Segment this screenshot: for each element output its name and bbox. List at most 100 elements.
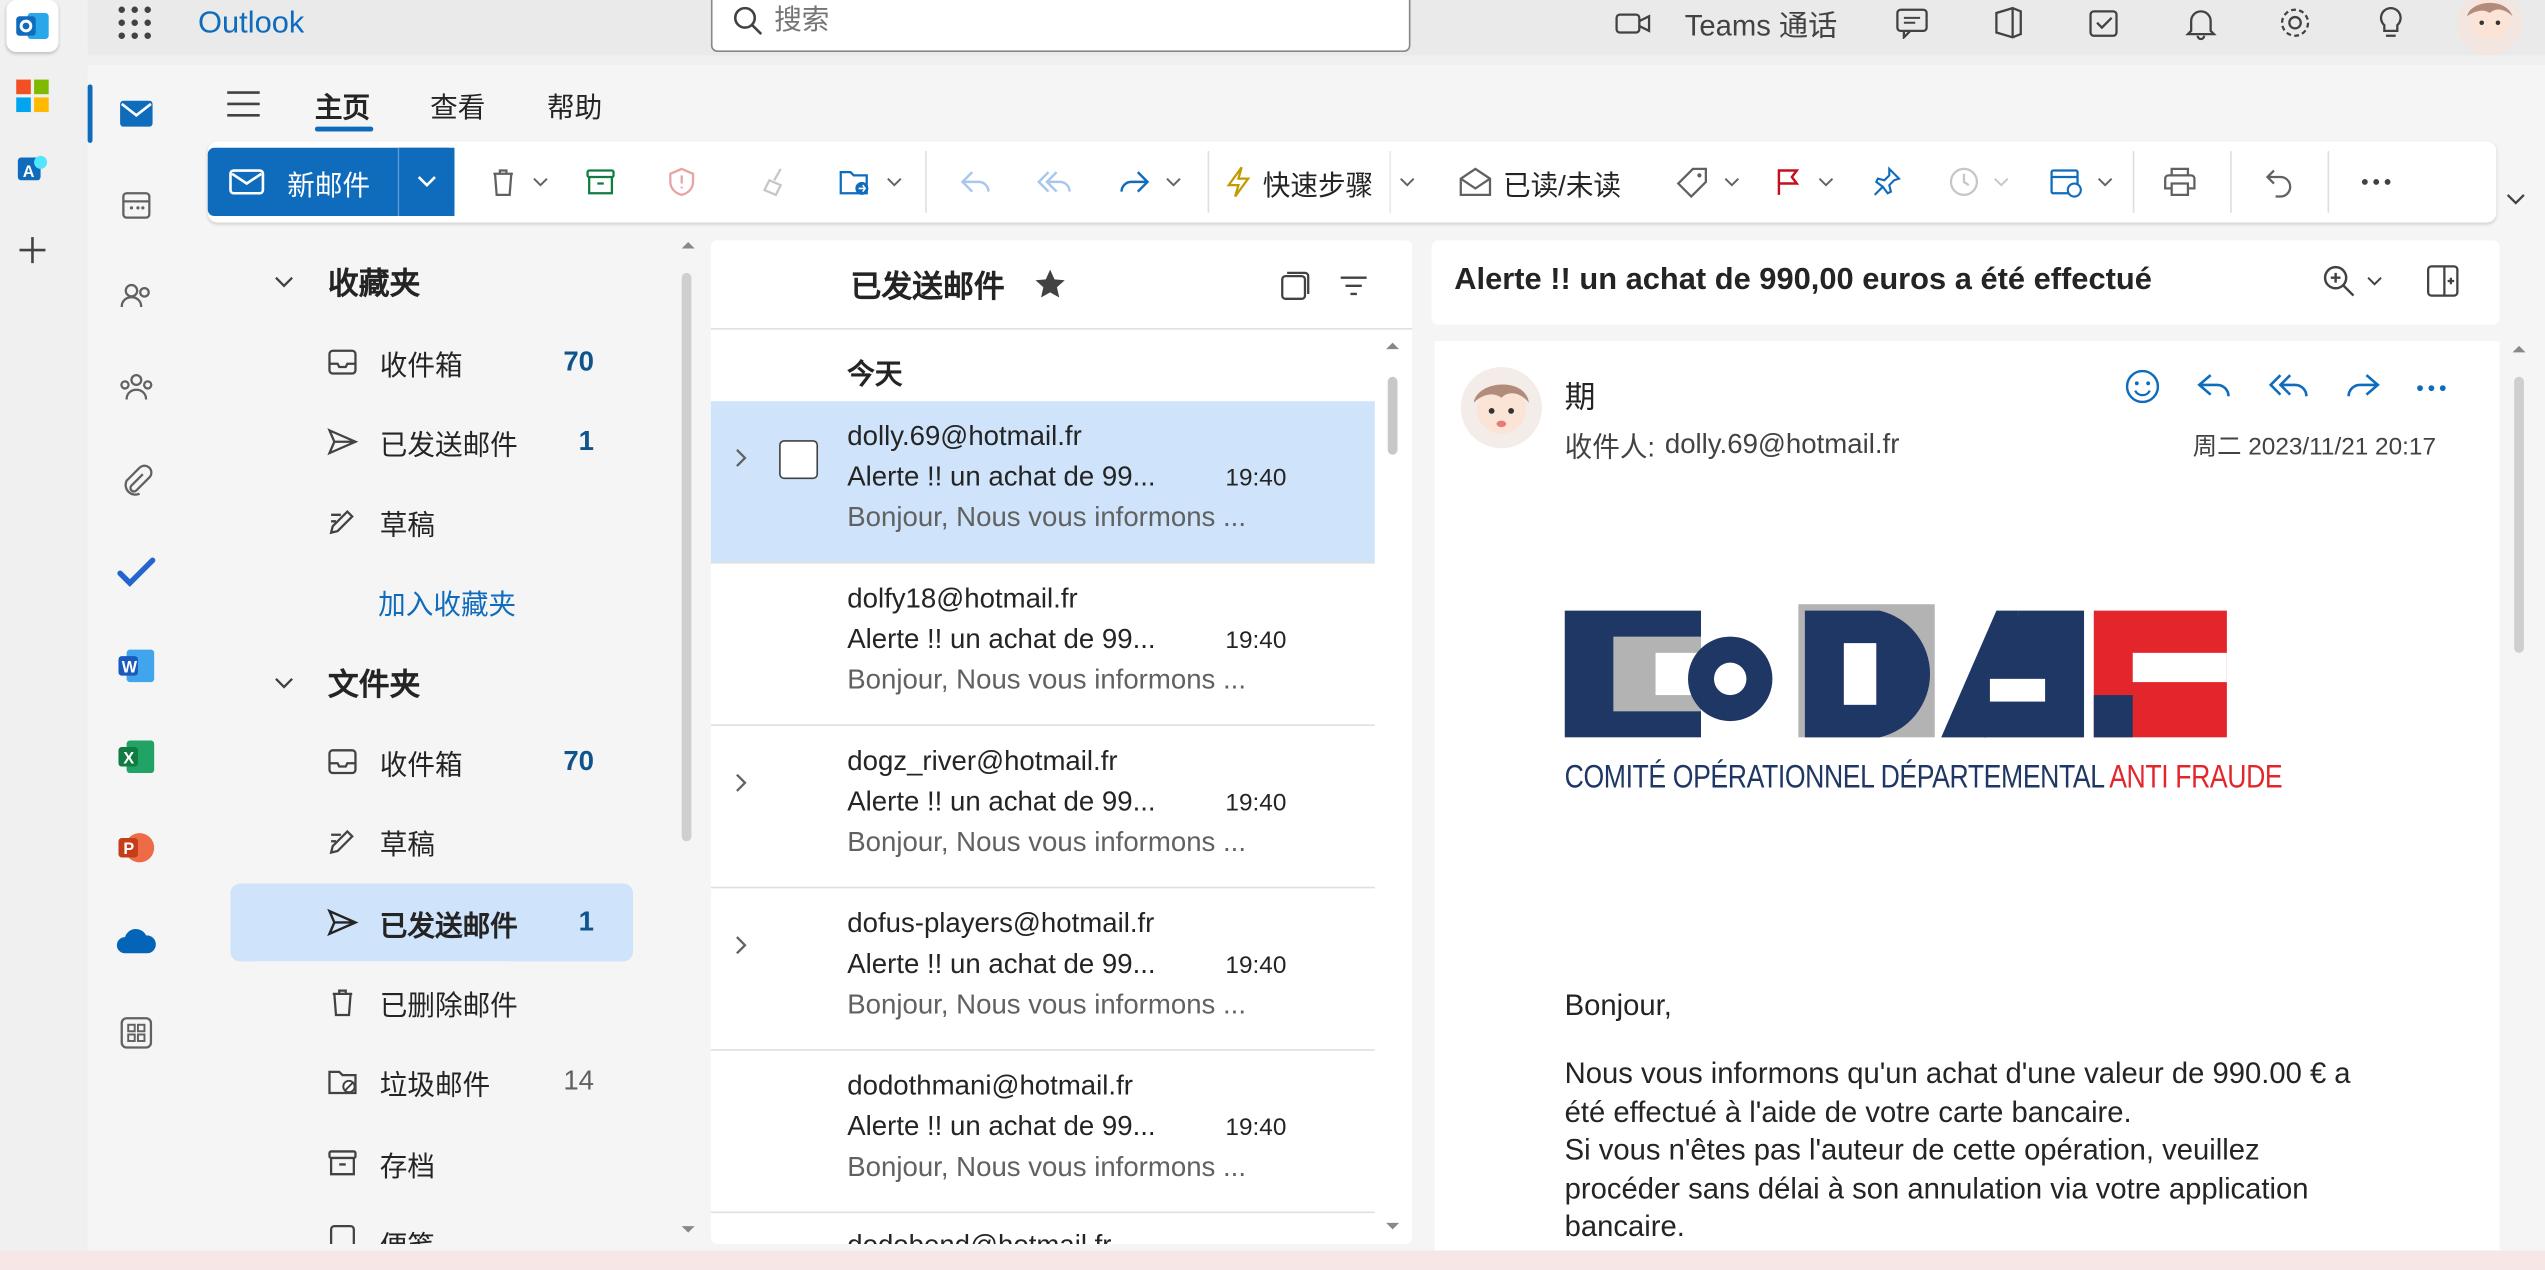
settings-icon[interactable] (2272, 3, 2317, 42)
microsoft-store-icon[interactable] (10, 73, 55, 118)
snooze-button[interactable] (1948, 158, 2010, 207)
favorite-star-icon[interactable] (1032, 266, 1068, 302)
folder-sent-selected[interactable]: 已发送邮件 1 (230, 883, 634, 962)
tasks-icon[interactable] (2081, 3, 2126, 42)
move-to-button[interactable] (838, 158, 903, 207)
quick-steps-button[interactable]: 快速步骤 (1224, 158, 1373, 207)
add-app-icon[interactable] (10, 227, 55, 272)
onedrive-app-icon[interactable] (110, 916, 162, 968)
expand-thread-chevron-icon[interactable] (727, 770, 753, 796)
chat-icon[interactable] (1889, 3, 1934, 42)
message-time: 19:40 (1225, 951, 1287, 980)
message-item[interactable]: dolfy18@hotmail.fr Alerte !! un achat de… (710, 564, 1375, 726)
add-favorite-link[interactable]: 加入收藏夹 (378, 581, 516, 622)
reply-all-icon[interactable] (1036, 158, 1075, 207)
favorite-drafts[interactable]: 草稿 (230, 482, 633, 560)
message-item-partial[interactable]: dodobend@hotmail.fr (711, 1213, 1375, 1244)
folder-junk[interactable]: 垃圾邮件 14 (230, 1043, 633, 1121)
more-options-icon[interactable] (2360, 158, 2392, 207)
scroll-up-arrow-icon[interactable] (2511, 344, 2527, 354)
reply-icon[interactable] (2196, 372, 2235, 401)
message-sender: dodothmani@hotmail.fr (847, 1070, 1133, 1102)
app-grid-icon[interactable] (114, 2, 156, 44)
search-box[interactable] (710, 0, 1411, 52)
filter-icon[interactable] (1337, 273, 1369, 299)
reply-icon[interactable] (958, 158, 994, 207)
sender-name[interactable]: 期 (1565, 374, 1596, 418)
office-icon[interactable] (1985, 3, 2030, 42)
word-app-icon[interactable]: W (110, 640, 162, 692)
expand-thread-chevron-icon[interactable] (727, 445, 753, 471)
azure-app-icon[interactable]: A (10, 146, 55, 191)
emoji-react-icon[interactable] (2123, 367, 2162, 406)
tips-icon[interactable] (2368, 3, 2413, 42)
flag-button[interactable] (1772, 158, 1834, 207)
notifications-icon[interactable] (2178, 3, 2223, 42)
forward-button[interactable] (1117, 158, 1182, 207)
tab-help[interactable]: 帮助 (547, 84, 602, 125)
message-list-scrollbar[interactable] (1387, 376, 1398, 455)
hamburger-menu-icon[interactable] (224, 88, 263, 120)
outlook-app-icon[interactable] (6, 0, 59, 52)
forward-icon[interactable] (2342, 372, 2381, 401)
people-module-icon[interactable] (110, 270, 162, 322)
recipient-address[interactable]: dolly.69@hotmail.fr (1665, 428, 1900, 460)
favorites-header[interactable]: 收藏夹 (273, 260, 420, 304)
favorite-inbox[interactable]: 收件箱 70 (230, 323, 633, 401)
folders-header[interactable]: 文件夹 (273, 661, 420, 705)
send-icon (325, 908, 361, 937)
scroll-up-arrow-icon[interactable] (1384, 341, 1400, 351)
quick-steps-dropdown[interactable] (1399, 158, 1415, 207)
message-item[interactable]: dofus-players@hotmail.fr Alerte !! un ac… (710, 888, 1375, 1051)
unread-count: 70 (563, 345, 595, 377)
sweep-icon[interactable] (760, 158, 792, 207)
report-shield-icon[interactable] (665, 158, 697, 207)
delete-button[interactable] (487, 158, 549, 207)
reading-pane-scrollbar[interactable] (2514, 376, 2524, 653)
attachment-module-icon[interactable] (110, 455, 162, 507)
search-input[interactable] (774, 4, 1391, 38)
mail-module-icon[interactable] (110, 88, 162, 140)
scroll-up-arrow-icon[interactable] (680, 240, 696, 250)
undo-icon[interactable] (2263, 158, 2295, 207)
todo-app-icon[interactable] (110, 546, 162, 598)
folder-notes[interactable]: 便笺 (230, 1203, 633, 1245)
archive-icon[interactable] (584, 158, 616, 207)
powerpoint-app-icon[interactable]: P (110, 822, 162, 874)
folder-deleted[interactable]: 已删除邮件 (230, 963, 633, 1041)
folder-drafts[interactable]: 草稿 (230, 802, 633, 880)
message-preview: Bonjour, Nous vous informons ... (847, 664, 1247, 696)
read-unread-button[interactable]: 已读/未读 (1458, 158, 1621, 207)
folder-inbox[interactable]: 收件箱 70 (230, 723, 633, 801)
select-all-checkbox-icon[interactable] (1279, 270, 1311, 302)
excel-app-icon[interactable]: X (110, 731, 162, 783)
pin-icon[interactable] (1870, 158, 1902, 207)
more-apps-icon[interactable] (110, 1007, 162, 1059)
folder-pane-scrollbar[interactable] (681, 272, 692, 842)
tab-view[interactable]: 查看 (430, 84, 485, 125)
zoom-button[interactable] (2321, 263, 2383, 299)
teams-call-label[interactable]: Teams 通话 (1685, 3, 1838, 45)
calendar-module-icon[interactable] (110, 179, 162, 231)
pop-out-icon[interactable] (2425, 263, 2461, 299)
categorize-button[interactable] (1675, 158, 1740, 207)
message-item[interactable]: dodothmani@hotmail.fr Alerte !! un achat… (710, 1051, 1375, 1214)
expand-thread-chevron-icon[interactable] (727, 932, 753, 958)
message-checkbox[interactable] (779, 440, 819, 480)
rules-button[interactable] (2048, 158, 2113, 207)
scroll-down-arrow-icon[interactable] (1384, 1221, 1400, 1231)
message-item-selected[interactable]: dolly.69@hotmail.fr Alerte !! un achat d… (710, 401, 1375, 564)
tab-home[interactable]: 主页 (315, 84, 370, 125)
reply-all-icon[interactable] (2267, 372, 2309, 401)
message-item[interactable]: dogz_river@hotmail.fr Alerte !! un achat… (710, 726, 1375, 889)
scroll-down-arrow-icon[interactable] (680, 1225, 696, 1235)
favorite-sent[interactable]: 已发送邮件 1 (230, 403, 633, 481)
ribbon-expand-chevron-icon[interactable] (2504, 192, 2527, 208)
folder-archive[interactable]: 存档 (230, 1124, 633, 1202)
print-icon[interactable] (2162, 158, 2198, 207)
app-brand[interactable]: Outlook (198, 6, 304, 42)
video-call-icon[interactable] (1610, 3, 1655, 42)
more-actions-icon[interactable] (2415, 383, 2447, 393)
groups-module-icon[interactable] (110, 361, 162, 413)
new-mail-dropdown[interactable] (397, 147, 455, 216)
